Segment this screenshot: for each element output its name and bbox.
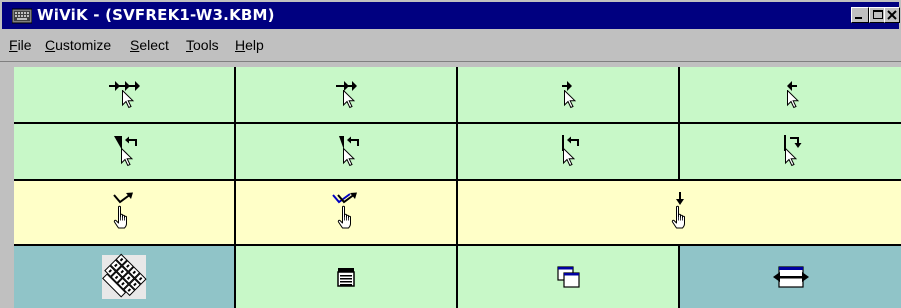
menu-help-label: elp [245,37,264,53]
line-back-icon [562,134,579,166]
menu-file-label: ile [17,37,32,53]
key-keyboard-switch[interactable] [14,246,234,308]
key-resize-horizontal[interactable] [680,246,901,308]
keyboard-switch-icon [102,253,147,299]
menu-help-accel: H [235,37,246,53]
menu-bar: File Customize Select Tools Help [2,32,899,58]
menu-help[interactable]: Help [235,37,264,53]
menu-separator [0,61,901,62]
menu-customize-accel: C [45,37,56,53]
title-bar[interactable]: WiViK - (SVFREK1-W3.KBM) [2,2,900,29]
minimize-button[interactable] [851,7,869,23]
close-icon [887,10,897,20]
click-select-icon [113,192,133,229]
key-move-right-medium[interactable] [236,67,456,122]
menu-customize-label: ustomize [55,37,112,53]
key-move-right-fast[interactable] [14,67,234,122]
scroll-back-medium-icon [339,135,359,166]
menu-file-accel: F [9,37,18,53]
window-switch-icon [557,266,580,288]
move-right-slow-icon [562,80,576,108]
menu-tools-accel: T [186,37,193,53]
key-window-switch[interactable] [458,246,678,308]
close-button[interactable] [884,7,900,23]
key-line-back[interactable] [458,124,678,179]
move-right-fast-icon [109,80,140,108]
menu-tools-label: ools [193,37,219,53]
menu-tools[interactable]: Tools [186,37,219,53]
scroll-back-big-icon [114,135,137,166]
menu-select-accel: S [130,37,140,53]
move-right-medium-icon [336,80,357,108]
menu-select-label: elect [139,37,169,53]
key-line-down[interactable] [680,124,901,179]
menu-file[interactable]: File [9,37,32,53]
double-click-select-icon [332,192,357,229]
resize-horizontal-icon [772,266,809,288]
line-down-icon [783,134,801,166]
key-click-down[interactable] [458,181,901,244]
key-scroll-back-medium[interactable] [236,124,456,179]
text-document-icon [337,268,355,287]
minimize-icon [855,17,862,19]
move-left-slow-icon [786,80,798,108]
menu-customize[interactable]: Customize [45,37,111,53]
click-down-icon [671,191,685,229]
wivik-window: WiViK - (SVFREK1-W3.KBM) File Customize … [0,0,901,308]
key-double-click-select[interactable] [236,181,456,244]
key-move-right-slow[interactable] [458,67,678,122]
key-scroll-back-big[interactable] [14,124,234,179]
key-text-document[interactable] [236,246,456,308]
key-move-left-slow[interactable] [680,67,901,122]
keyboard-app-icon [12,8,32,24]
onscreen-keyboard-grid [14,67,901,308]
window-title: WiViK - (SVFREK1-W3.KBM) [37,6,275,24]
menu-select[interactable]: Select [130,37,169,53]
key-click-select[interactable] [14,181,234,244]
